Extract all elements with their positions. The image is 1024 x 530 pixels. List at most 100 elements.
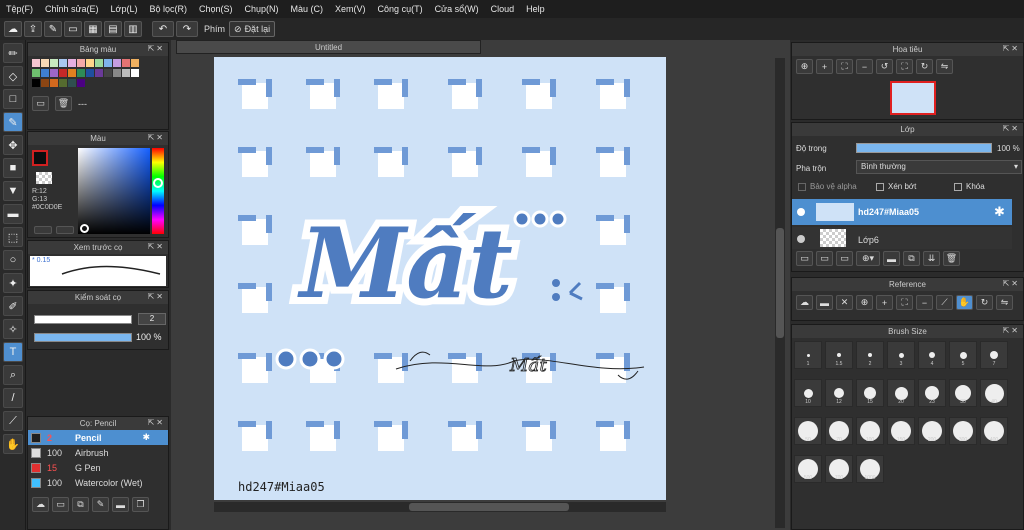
vertical-scrollbar[interactable] bbox=[775, 58, 785, 528]
layer-row[interactable]: Lớp6 bbox=[792, 227, 1012, 249]
brush-size-cell[interactable]: 3 bbox=[887, 341, 915, 369]
brush-size-cell[interactable]: 40 bbox=[980, 379, 1008, 407]
merge-layer-icon[interactable]: ⇊ bbox=[923, 251, 940, 266]
palette-swatch[interactable] bbox=[68, 79, 76, 87]
menu-item[interactable]: Bộ lọc(R) bbox=[143, 4, 193, 14]
lock-checkbox[interactable] bbox=[954, 182, 962, 191]
brush-row[interactable]: 100 Watercolor (Wet) bbox=[28, 475, 168, 490]
add-layer-menu-icon[interactable]: ⊕▾ bbox=[856, 251, 880, 266]
new-layer-icon[interactable]: ▭ bbox=[796, 251, 813, 266]
brush-size-cell[interactable]: 300 bbox=[949, 417, 977, 445]
menu-item[interactable]: Chỉnh sửa(E) bbox=[39, 4, 105, 14]
lasso-tool-icon[interactable]: ○ bbox=[3, 250, 23, 270]
undo-icon[interactable]: ↶ bbox=[152, 21, 174, 37]
flip-icon[interactable]: ⇋ bbox=[936, 59, 953, 74]
grid-icon[interactable]: ▦ bbox=[84, 21, 102, 37]
palette-swatch[interactable] bbox=[50, 69, 58, 77]
palette-swatch[interactable] bbox=[113, 59, 121, 67]
palette-swatch[interactable] bbox=[122, 69, 130, 77]
canvas-tab[interactable]: Untitled bbox=[176, 40, 481, 54]
palette-swatch[interactable] bbox=[131, 59, 139, 67]
palette-swatch[interactable] bbox=[113, 69, 121, 77]
horizontal-scrollbar[interactable] bbox=[214, 502, 666, 512]
panel-controls-icon[interactable]: ⇱✕ bbox=[148, 133, 165, 142]
palette-swatch[interactable] bbox=[68, 59, 76, 67]
panel-controls-icon[interactable]: ⇱✕ bbox=[148, 292, 165, 301]
palette-swatch[interactable] bbox=[131, 69, 139, 77]
hue-slider[interactable] bbox=[152, 148, 164, 234]
panel-controls-icon[interactable]: ⇱✕ bbox=[148, 44, 165, 53]
palette-swatches[interactable] bbox=[28, 56, 148, 92]
brush-size-cell[interactable]: 400 bbox=[980, 417, 1008, 445]
duplicate-layer-icon[interactable]: ⧉ bbox=[903, 251, 920, 266]
palette-swatch[interactable] bbox=[50, 59, 58, 67]
ruler-icon[interactable]: ▥ bbox=[124, 21, 142, 37]
hand-ref-icon[interactable]: ✋ bbox=[956, 295, 973, 310]
fit-window-icon[interactable]: ⛶ bbox=[896, 59, 913, 74]
palette-swatch[interactable] bbox=[59, 59, 67, 67]
artboard[interactable]: Mất Mất Mất hd247#Miaa05 bbox=[214, 57, 666, 500]
clip-checkbox[interactable] bbox=[876, 182, 884, 191]
palette-swatch[interactable] bbox=[32, 59, 40, 67]
cloud-icon[interactable]: ☁ bbox=[4, 21, 22, 37]
delete-layer-icon[interactable]: 🗑 bbox=[943, 251, 960, 266]
brush-row[interactable]: 2 Pencil ✱ bbox=[28, 430, 168, 445]
rotate-right-icon[interactable]: ↻ bbox=[916, 59, 933, 74]
navigator-thumbnail[interactable] bbox=[890, 81, 936, 115]
select-eraser-icon[interactable]: ✧ bbox=[3, 319, 23, 339]
move-tool-icon[interactable]: ✥ bbox=[3, 135, 23, 155]
menu-item[interactable]: Cloud bbox=[485, 4, 521, 14]
palette-swatch[interactable] bbox=[50, 79, 58, 87]
size-slider[interactable] bbox=[34, 315, 132, 324]
foreground-color[interactable] bbox=[32, 150, 48, 166]
cloud-brush-icon[interactable]: ☁ bbox=[32, 497, 49, 512]
palette-swatch[interactable] bbox=[77, 69, 85, 77]
rotate-ref-icon[interactable]: ↻ bbox=[976, 295, 993, 310]
zoom-actual-ref-icon[interactable]: ⛶ bbox=[896, 295, 913, 310]
color-swap-icon[interactable] bbox=[56, 226, 74, 234]
edit-brush-icon[interactable]: ✎ bbox=[92, 497, 109, 512]
palette-swatch[interactable] bbox=[32, 69, 40, 77]
brush-size-cell[interactable]: 10 bbox=[794, 379, 822, 407]
eraser-tool-icon[interactable]: ◇ bbox=[3, 66, 23, 86]
panel-controls-icon[interactable]: ⇱✕ bbox=[148, 418, 165, 427]
brush-size-cell[interactable]: 500 bbox=[794, 455, 822, 483]
brush-size-cell[interactable]: 1.5 bbox=[825, 341, 853, 369]
select-pen-icon[interactable]: ✐ bbox=[3, 296, 23, 316]
palette-swatch[interactable] bbox=[68, 69, 76, 77]
menu-item[interactable]: Chọn(S) bbox=[193, 4, 239, 14]
cloud-ref-icon[interactable]: ☁ bbox=[796, 295, 813, 310]
palette-swatch[interactable] bbox=[86, 69, 94, 77]
comment-icon[interactable]: ✎ bbox=[44, 21, 62, 37]
menu-item[interactable]: Chụp(N) bbox=[239, 4, 285, 14]
select-tool-icon[interactable]: ⬚ bbox=[3, 227, 23, 247]
copy-brush-icon[interactable]: ⧉ bbox=[72, 497, 89, 512]
brush-size-cell[interactable]: 1000 bbox=[856, 455, 884, 483]
zoom-in-icon[interactable]: + bbox=[816, 59, 833, 74]
hand-tool-icon[interactable]: ✋ bbox=[3, 434, 23, 454]
palette-swatch[interactable] bbox=[59, 69, 67, 77]
wand-tool-icon[interactable]: ✦ bbox=[3, 273, 23, 293]
close-ref-icon[interactable]: ✕ bbox=[836, 295, 853, 310]
zoom-fit-ref-icon[interactable]: ⊕ bbox=[856, 295, 873, 310]
flip-ref-icon[interactable]: ⇋ bbox=[996, 295, 1013, 310]
menu-item[interactable]: Lớp(L) bbox=[105, 4, 144, 14]
palette-swatch[interactable] bbox=[104, 59, 112, 67]
brush-size-cell[interactable]: 50 bbox=[794, 417, 822, 445]
brush-tool-icon[interactable]: ✏ bbox=[3, 43, 23, 63]
zoom-select-icon[interactable]: ⌕ bbox=[3, 365, 23, 385]
color-field[interactable] bbox=[78, 148, 150, 234]
window-brush-icon[interactable]: ❐ bbox=[132, 497, 149, 512]
brush-size-cell[interactable]: 12 bbox=[825, 379, 853, 407]
eyedropper-ref-icon[interactable]: ⟋ bbox=[936, 295, 953, 310]
pen-tool-icon[interactable]: ✎ bbox=[3, 112, 23, 132]
export-icon[interactable]: ⇪ bbox=[24, 21, 42, 37]
panel-controls-icon[interactable]: ⇱✕ bbox=[1003, 279, 1020, 288]
new-layer-8bit-icon[interactable]: ▭ bbox=[816, 251, 833, 266]
size-value[interactable]: 2 bbox=[138, 313, 166, 325]
brush-size-cell[interactable]: 4 bbox=[918, 341, 946, 369]
zoom-fit-icon[interactable]: ⊕ bbox=[796, 59, 813, 74]
opacity-slider[interactable] bbox=[34, 333, 132, 342]
gear-icon[interactable]: ✱ bbox=[994, 204, 1005, 220]
add-swatch-icon[interactable]: ▭ bbox=[32, 96, 49, 111]
